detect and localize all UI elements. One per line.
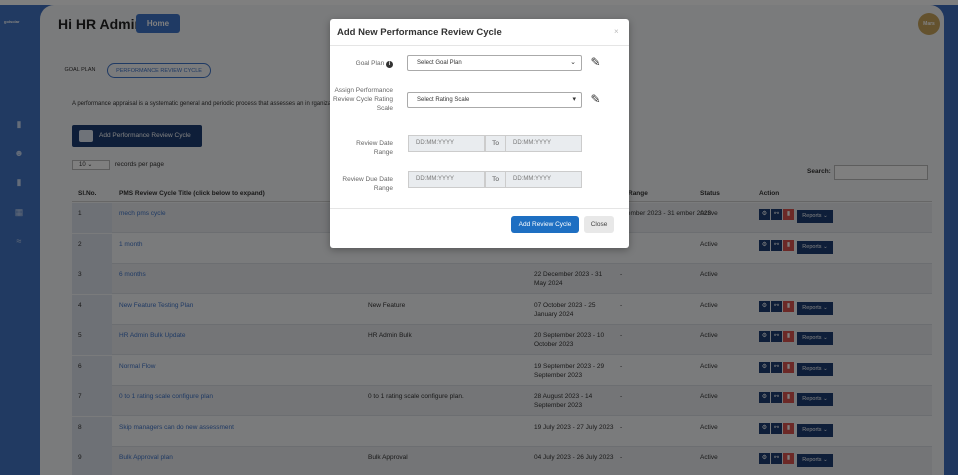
review-end-date-input[interactable]: DD:MM:YYYY bbox=[505, 135, 582, 152]
goal-plan-select[interactable]: Select Goal Plan ⌄ bbox=[407, 55, 582, 71]
goal-plan-label-text: Goal Plan bbox=[355, 60, 385, 67]
modal-footer-divider bbox=[330, 208, 629, 209]
close-button[interactable]: Close bbox=[584, 216, 614, 233]
review-to-label: To bbox=[485, 135, 506, 152]
rating-scale-select[interactable]: Select Rating Scale ▾ bbox=[407, 92, 582, 108]
review-date-range-label: Review Date Range bbox=[356, 140, 393, 156]
modal-divider bbox=[330, 45, 629, 46]
due-to-label: To bbox=[485, 171, 506, 188]
edit-goal-plan-icon[interactable]: ✎ bbox=[588, 55, 603, 69]
review-due-date-range-label: Review Due Date Range bbox=[342, 176, 393, 192]
info-icon[interactable]: i bbox=[386, 61, 393, 68]
goal-plan-label: Goal Plan i bbox=[356, 59, 393, 68]
due-start-date-input[interactable]: DD:MM:YYYY bbox=[408, 171, 485, 188]
due-end-date-input[interactable]: DD:MM:YYYY bbox=[505, 171, 582, 188]
caret-down-icon: ▾ bbox=[572, 96, 576, 103]
add-review-cycle-submit-button[interactable]: Add Review Cycle bbox=[511, 216, 579, 233]
review-start-date-input[interactable]: DD:MM:YYYY bbox=[408, 135, 485, 152]
close-icon[interactable]: × bbox=[614, 27, 619, 36]
modal-title: Add New Performance Review Cycle bbox=[337, 27, 502, 38]
add-review-cycle-modal: Add New Performance Review Cycle × Goal … bbox=[330, 19, 629, 248]
rating-scale-label: Assign Performance Review Cycle Rating S… bbox=[333, 87, 393, 112]
chevron-down-icon: ⌄ bbox=[570, 59, 576, 66]
goal-plan-value: Select Goal Plan bbox=[417, 60, 462, 66]
rating-scale-value: Select Rating Scale bbox=[417, 97, 470, 103]
edit-rating-scale-icon[interactable]: ✎ bbox=[588, 92, 603, 106]
